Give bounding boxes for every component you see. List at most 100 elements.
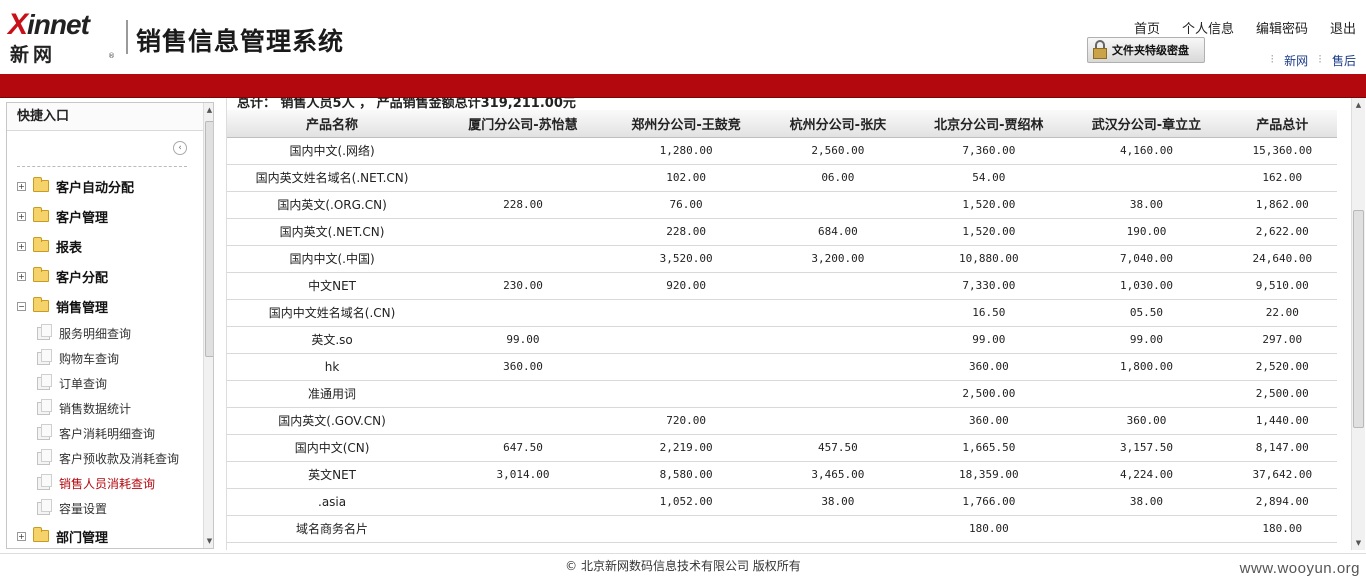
- header: Xinnet 新网 ® 销售信息管理系统 首页 个人信息 编辑密码 退出 文件夹…: [0, 0, 1366, 74]
- sidebar-item-service-detail[interactable]: 服务明细查询: [7, 321, 197, 346]
- amount-cell: [763, 299, 913, 327]
- sidebar-item-order-query[interactable]: 订单查询: [7, 371, 197, 396]
- amount-cell: 1,030.00: [1065, 272, 1228, 300]
- sub-nav-xinnet[interactable]: 新网: [1284, 52, 1308, 69]
- collapse-left-icon[interactable]: ‹: [173, 141, 187, 155]
- amount-cell: 1,800.00: [1065, 353, 1228, 381]
- amount-cell: 3,200.00: [763, 245, 913, 273]
- amount-cell: 1,280.00: [608, 137, 764, 165]
- amount-cell: 3,465.00: [763, 461, 913, 489]
- folder-vault-badge[interactable]: 文件夹特级密盘: [1087, 37, 1205, 63]
- sidebar-scrollbar[interactable]: ▲ ▼: [203, 103, 213, 548]
- amount-cell: [437, 380, 609, 408]
- product-name-cell: 英文.so: [227, 326, 438, 354]
- xinnet-logo[interactable]: Xinnet 新网 ®: [8, 8, 120, 66]
- product-name-cell: 国内英文(.GOV.CN): [227, 407, 438, 435]
- folder-icon: [33, 237, 49, 252]
- page-icon: [37, 399, 52, 415]
- sidebar-item-cart-query[interactable]: 购物车查询: [7, 346, 197, 371]
- amount-cell: 360.00: [912, 407, 1066, 435]
- expand-icon[interactable]: +: [17, 531, 26, 541]
- expand-icon[interactable]: +: [17, 241, 26, 251]
- sidebar-group-label: 报表: [56, 240, 83, 256]
- amount-cell: 3,520.00: [608, 245, 764, 273]
- amount-cell: [437, 245, 609, 273]
- amount-cell: [608, 326, 764, 354]
- badge-label: 文件夹特级密盘: [1112, 44, 1189, 57]
- table-row: 国内中文(CN) 647.50 2,219.00 457.50 1,665.50 3,15…: [227, 434, 1337, 462]
- sidebar-group-department-management[interactable]: + 部门管理: [7, 521, 197, 548]
- amount-cell: 1,520.00: [912, 191, 1066, 219]
- amount-cell: 684.00: [763, 218, 913, 246]
- scroll-down-icon[interactable]: ▼: [1352, 536, 1365, 550]
- amount-cell: 228.00: [437, 191, 609, 219]
- amount-cell: [437, 218, 609, 246]
- sub-nav-separator: ⁝: [1270, 52, 1275, 66]
- amount-cell: 9,510.00: [1227, 272, 1337, 300]
- sidebar-item-capacity-settings[interactable]: 容量设置: [7, 496, 197, 521]
- amount-cell: 2,500.00: [912, 380, 1066, 408]
- sidebar-group-reports[interactable]: + 报表: [7, 231, 197, 261]
- nav-logout[interactable]: 退出: [1330, 18, 1356, 37]
- table-row: 域名商务名片 180.00 180.00: [227, 515, 1337, 543]
- collapse-icon[interactable]: −: [17, 301, 26, 311]
- page-icon: [37, 449, 52, 465]
- nav-home[interactable]: 首页: [1134, 18, 1160, 37]
- nav-profile[interactable]: 个人信息: [1182, 18, 1234, 37]
- amount-cell: 37,642.00: [1227, 461, 1337, 489]
- nav-edit-password[interactable]: 编辑密码: [1256, 18, 1308, 37]
- scroll-up-icon[interactable]: ▲: [204, 103, 213, 117]
- sidebar-item-consumption-detail[interactable]: 客户消耗明细查询: [7, 421, 197, 446]
- page-icon: [37, 474, 52, 490]
- scroll-down-icon[interactable]: ▼: [204, 534, 213, 548]
- scroll-up-icon[interactable]: ▲: [1352, 98, 1365, 112]
- amount-cell: 457.50: [763, 434, 913, 462]
- sidebar-item-label: 客户消耗明细查询: [59, 427, 156, 441]
- amount-cell: 7,360.00: [912, 137, 1066, 165]
- page-icon: [37, 424, 52, 440]
- sidebar-item-label: 容量设置: [59, 502, 108, 516]
- sidebar-group-sales-management[interactable]: − 销售管理: [7, 291, 197, 321]
- sidebar-item-salesperson-consumption[interactable]: 销售人员消耗查询: [7, 471, 197, 496]
- column-header: 厦门分公司-苏怡慧: [437, 110, 609, 138]
- sidebar-item-prepay-consumption[interactable]: 客户预收款及消耗查询: [7, 446, 197, 471]
- expand-icon[interactable]: +: [17, 211, 26, 221]
- amount-cell: 16.50: [912, 299, 1066, 327]
- amount-cell: 15,360.00: [1227, 137, 1337, 165]
- table-row: 英文NET 3,014.00 8,580.00 3,465.00 18,359.00 4,…: [227, 461, 1337, 489]
- amount-cell: [763, 272, 913, 300]
- sidebar-group-customer-assign[interactable]: + 客户分配: [7, 261, 197, 291]
- scroll-thumb[interactable]: [1353, 210, 1364, 428]
- sidebar-group-customer-management[interactable]: + 客户管理: [7, 201, 197, 231]
- amount-cell: 2,219.00: [608, 434, 764, 462]
- sidebar-item-sales-stats[interactable]: 销售数据统计: [7, 396, 197, 421]
- table-row: 国内英文(.ORG.CN) 228.00 76.00 1,520.00 38.00 1,8…: [227, 191, 1337, 219]
- sub-nav-aftersales[interactable]: 售后: [1332, 52, 1356, 69]
- product-name-cell: 国内中文(.网络): [227, 137, 438, 165]
- folder-open-icon: [33, 297, 49, 312]
- amount-cell: [608, 380, 764, 408]
- sales-table: 产品名称 厦门分公司-苏怡慧 郑州分公司-王鼓竞 杭州分公司-张庆 北京分公司-贾绍林武…: [227, 110, 1337, 543]
- amount-cell: [608, 353, 764, 381]
- amount-cell: [763, 380, 913, 408]
- scroll-thumb[interactable]: [205, 121, 213, 357]
- expand-icon[interactable]: +: [17, 181, 26, 191]
- system-title: 销售信息管理系统: [136, 27, 345, 56]
- table-header-row: 产品名称 厦门分公司-苏怡慧 郑州分公司-王鼓竞 杭州分公司-张庆 北京分公司-贾绍林武…: [227, 110, 1337, 138]
- amount-cell: 2,894.00: [1227, 488, 1337, 516]
- main-scrollbar[interactable]: ▲ ▼: [1351, 98, 1365, 550]
- sidebar-group-auto-assign[interactable]: + 客户自动分配: [7, 171, 197, 201]
- amount-cell: [437, 515, 609, 543]
- sidebar-group-label: 客户分配: [56, 270, 109, 286]
- amount-cell: [1065, 515, 1228, 543]
- product-name-cell: 国内英文姓名域名(.NET.CN): [227, 164, 438, 192]
- sidebar-divider: [17, 166, 187, 167]
- amount-cell: 720.00: [608, 407, 764, 435]
- table-row: 国内英文(.NET.CN) 228.00 684.00 1,520.00 190.00 2…: [227, 218, 1337, 246]
- expand-icon[interactable]: +: [17, 271, 26, 281]
- amount-cell: 7,330.00: [912, 272, 1066, 300]
- amount-cell: 180.00: [1227, 515, 1337, 543]
- amount-cell: 2,520.00: [1227, 353, 1337, 381]
- amount-cell: 1,766.00: [912, 488, 1066, 516]
- amount-cell: 24,640.00: [1227, 245, 1337, 273]
